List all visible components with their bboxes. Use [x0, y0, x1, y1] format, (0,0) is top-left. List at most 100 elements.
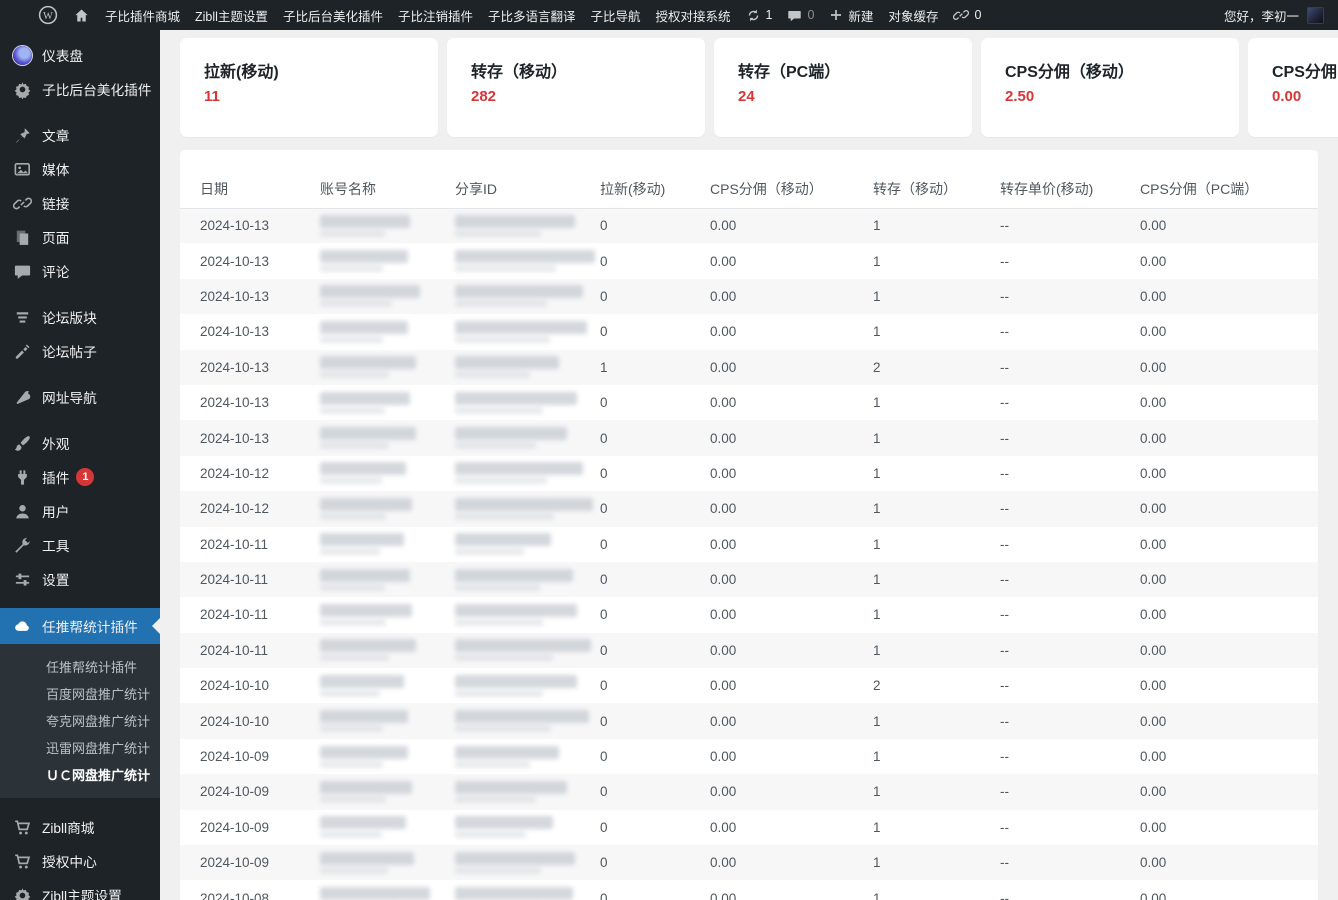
admin-bar-item[interactable]: 子比插件商城 [105, 6, 180, 25]
cell-share-id-redacted [455, 243, 600, 278]
cell-cps-mobile: 0.00 [710, 491, 873, 526]
cell-cps-pc: 0.00 [1140, 597, 1318, 632]
greeting[interactable]: 您好，李初一 [1224, 6, 1299, 25]
cell-cps-mobile: 0.00 [710, 562, 873, 597]
sidebar-item-comments[interactable]: 评论 [0, 254, 160, 288]
submenu-item[interactable]: 任推帮统计插件 [0, 653, 160, 680]
menu-group-gap [0, 288, 160, 300]
cell-laxin-mobile: 0 [600, 845, 710, 880]
table-row: 2024-10-1300.001--0.00 [180, 243, 1318, 278]
submenu-item[interactable]: 夸克网盘推广统计 [0, 707, 160, 734]
sidebar-item-rentuibang-stats[interactable]: 任推帮统计插件 [0, 608, 160, 644]
sidebar-item-label: 论坛版块 [42, 307, 97, 327]
stat-card: 转存（移动）282 [447, 38, 705, 137]
table-header-cell: 拉新(移动) [600, 170, 710, 208]
cell-unit-price-mobile: -- [1000, 385, 1140, 420]
main-content: 拉新(移动)11转存（移动）282转存（PC端）24CPS分佣（移动）2.50C… [160, 30, 1338, 900]
sidebar-item-pages[interactable]: 页面 [0, 220, 160, 254]
cell-date: 2024-10-13 [180, 208, 320, 243]
admin-bar-item[interactable]: Zibll主题设置 [195, 6, 268, 25]
svg-text:W: W [43, 11, 53, 22]
admin-bar-item[interactable]: 子比后台美化插件 [283, 6, 383, 25]
cell-cps-pc: 0.00 [1140, 420, 1318, 455]
stat-cards: 拉新(移动)11转存（移动）282转存（PC端）24CPS分佣（移动）2.50C… [180, 38, 1338, 137]
cell-save-mobile: 1 [873, 243, 1000, 278]
cell-unit-price-mobile: -- [1000, 491, 1140, 526]
comment-icon [787, 8, 802, 23]
table-row: 2024-10-0900.001--0.00 [180, 739, 1318, 774]
sidebar-item-appearance[interactable]: 外观 [0, 426, 160, 460]
new-button[interactable]: 新建 [829, 6, 873, 25]
cell-cps-mobile: 0.00 [710, 668, 873, 703]
sidebar-item-plugins[interactable]: 插件1 [0, 460, 160, 494]
cell-account-redacted [320, 668, 455, 703]
cell-unit-price-mobile: -- [1000, 810, 1140, 845]
menu-group-gap [0, 798, 160, 810]
sidebar-item-media[interactable]: 媒体 [0, 152, 160, 186]
sidebar-item-users[interactable]: 用户 [0, 494, 160, 528]
links-indicator[interactable]: 0 [953, 7, 981, 23]
cell-cps-mobile: 0.00 [710, 279, 873, 314]
cell-laxin-mobile: 0 [600, 703, 710, 738]
cell-cps-mobile: 0.00 [710, 243, 873, 278]
pages-icon [12, 227, 32, 247]
cell-share-id-redacted [455, 845, 600, 880]
admin-bar-item[interactable]: 子比注销插件 [398, 6, 473, 25]
cell-share-id-redacted [455, 774, 600, 809]
cell-account-redacted [320, 703, 455, 738]
table-row: 2024-10-1300.001--0.00 [180, 279, 1318, 314]
stat-card-title: CPS分佣（移动） [1005, 58, 1215, 82]
cell-save-mobile: 2 [873, 350, 1000, 385]
wordpress-logo-icon[interactable]: W [38, 5, 58, 25]
cell-unit-price-mobile: -- [1000, 420, 1140, 455]
sidebar-item-forum-sections[interactable]: 论坛版块 [0, 300, 160, 334]
submenu-item[interactable]: 迅雷网盘推广统计 [0, 734, 160, 761]
cell-laxin-mobile: 0 [600, 385, 710, 420]
cell-unit-price-mobile: -- [1000, 527, 1140, 562]
table-row: 2024-10-1200.001--0.00 [180, 491, 1318, 526]
cell-save-mobile: 1 [873, 810, 1000, 845]
submenu-item[interactable]: 百度网盘推广统计 [0, 680, 160, 707]
sidebar-item-license-center[interactable]: 授权中心 [0, 844, 160, 878]
cell-save-mobile: 1 [873, 491, 1000, 526]
cell-cps-pc: 0.00 [1140, 774, 1318, 809]
sidebar-item-zibll-shop[interactable]: Zibll商城 [0, 810, 160, 844]
object-cache-button[interactable]: 对象缓存 [888, 6, 938, 25]
sidebar-item-zibi-admin-beautify[interactable]: 子比后台美化插件 [0, 72, 160, 106]
avatar[interactable] [1307, 7, 1324, 24]
cell-date: 2024-10-09 [180, 810, 320, 845]
updates-indicator[interactable]: 1 [746, 8, 773, 23]
table-row: 2024-10-0900.001--0.00 [180, 845, 1318, 880]
cell-share-id-redacted [455, 668, 600, 703]
cell-laxin-mobile: 0 [600, 456, 710, 491]
stat-card-title: CPS分佣（PC端） [1272, 58, 1338, 82]
comments-indicator[interactable]: 0 [787, 8, 814, 23]
cell-share-id-redacted [455, 880, 600, 900]
cell-cps-pc: 0.00 [1140, 633, 1318, 668]
sidebar-item-nav-sites[interactable]: 网址导航 [0, 380, 160, 414]
sidebar-item-dashboard[interactable]: 仪表盘 [0, 38, 160, 72]
cell-cps-pc: 0.00 [1140, 491, 1318, 526]
admin-bar-item[interactable]: 授权对接系统 [656, 6, 731, 25]
sidebar-item-zibll-theme-settings[interactable]: Zibll主题设置 [0, 878, 160, 900]
cell-unit-price-mobile: -- [1000, 739, 1140, 774]
sidebar-item-label: 媒体 [42, 159, 69, 179]
sidebar-item-tools[interactable]: 工具 [0, 528, 160, 562]
submenu-item[interactable]: ＵＣ网盘推广统计 [0, 761, 160, 788]
gear-icon [12, 79, 32, 99]
home-icon[interactable] [73, 7, 90, 24]
admin-bar-item[interactable]: 子比多语言翻译 [488, 6, 576, 25]
stat-card: CPS分佣（移动）2.50 [981, 38, 1239, 137]
stat-card: 转存（PC端）24 [714, 38, 972, 137]
cell-laxin-mobile: 0 [600, 774, 710, 809]
sidebar-menu: 仪表盘子比后台美化插件文章媒体链接页面评论论坛版块论坛帖子网址导航外观插件1用户… [0, 38, 160, 900]
cell-laxin-mobile: 0 [600, 562, 710, 597]
sidebar-item-settings[interactable]: 设置 [0, 562, 160, 596]
admin-bar-item[interactable]: 子比导航 [590, 6, 640, 25]
sidebar-item-forum-posts[interactable]: 论坛帖子 [0, 334, 160, 368]
stat-card-value: 11 [204, 88, 414, 105]
pin-icon [12, 125, 32, 145]
sidebar-item-posts[interactable]: 文章 [0, 118, 160, 152]
sliders-icon [12, 569, 32, 589]
sidebar-item-links[interactable]: 链接 [0, 186, 160, 220]
